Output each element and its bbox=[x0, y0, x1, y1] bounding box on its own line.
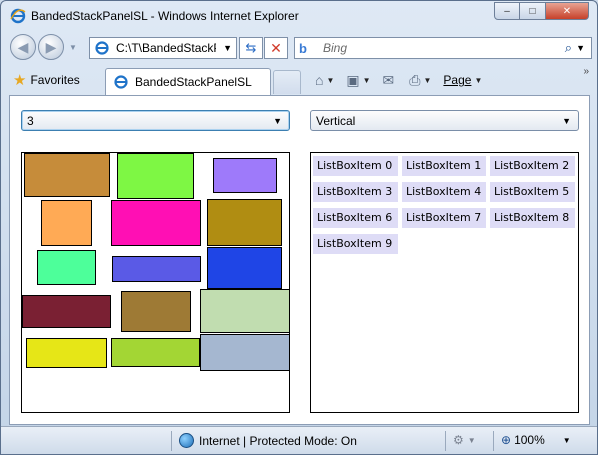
favorites-button[interactable]: ★ Favorites bbox=[13, 70, 80, 90]
home-icon: ⌂ bbox=[315, 72, 324, 88]
search-input[interactable]: Bing bbox=[323, 41, 347, 55]
internet-globe-icon bbox=[179, 433, 194, 448]
mail-icon: ✉ bbox=[382, 71, 395, 88]
browser-window: BandedStackPanelSL - Windows Internet Ex… bbox=[0, 0, 598, 455]
list-item[interactable]: ListBoxItem 1 bbox=[402, 156, 486, 176]
zone-text: Internet | Protected Mode: On bbox=[199, 433, 357, 448]
page-dropdown-icon: ▼ bbox=[474, 75, 483, 85]
address-dropdown-icon[interactable]: ▼ bbox=[223, 43, 232, 53]
search-icon[interactable]: ⌕ bbox=[565, 40, 572, 56]
band-count-combobox[interactable]: 3 ▼ bbox=[21, 110, 290, 131]
colored-rectangle bbox=[37, 250, 96, 285]
rss-feed-icon: ▣ bbox=[346, 71, 360, 88]
status-divider bbox=[171, 431, 172, 451]
page-menu-label: Page bbox=[443, 73, 472, 87]
zoom-level: 100% bbox=[514, 433, 545, 447]
minimize-button[interactable]: ‒ bbox=[494, 2, 520, 20]
favorites-label: Favorites bbox=[30, 73, 80, 87]
list-item[interactable]: ListBoxItem 9 bbox=[313, 234, 398, 254]
feeds-dropdown-icon[interactable]: ▼ bbox=[363, 76, 371, 85]
colored-rectangle bbox=[200, 289, 289, 333]
colored-rectangle bbox=[24, 153, 110, 197]
window-title: BandedStackPanelSL - Windows Internet Ex… bbox=[31, 9, 299, 23]
refresh-icon: ⇆ bbox=[245, 40, 257, 55]
chevron-down-icon[interactable]: ▼ bbox=[562, 116, 571, 126]
tab-ie-icon bbox=[114, 75, 128, 89]
tab-bandedstackpanel[interactable]: BandedStackPanelSL bbox=[105, 68, 271, 95]
print-button[interactable]: ⎙ ▼ bbox=[409, 72, 431, 89]
window-controls: ‒ □ ✕ bbox=[494, 2, 589, 20]
orientation-value: Vertical bbox=[316, 113, 356, 128]
title-bar[interactable]: BandedStackPanelSL - Windows Internet Ex… bbox=[1, 1, 597, 31]
home-dropdown-icon[interactable]: ▼ bbox=[326, 76, 334, 85]
refresh-button[interactable]: ⇆ bbox=[239, 37, 263, 59]
zoom-dropdown-icon[interactable]: ▼ bbox=[563, 436, 571, 445]
protected-mode-button[interactable]: ⚙ ▼ bbox=[453, 433, 476, 447]
print-dropdown-icon[interactable]: ▼ bbox=[423, 76, 431, 85]
orientation-combobox[interactable]: Vertical ▼ bbox=[310, 110, 579, 131]
home-button[interactable]: ⌂ ▼ bbox=[315, 72, 334, 88]
colored-rectangle bbox=[117, 153, 194, 199]
recent-pages-dropdown[interactable]: ▼ bbox=[69, 43, 77, 52]
list-item[interactable]: ListBoxItem 3 bbox=[313, 182, 398, 202]
list-item[interactable]: ListBoxItem 8 bbox=[490, 208, 575, 228]
colored-rectangle bbox=[200, 334, 289, 371]
navigation-bar: ◀ ▶ ▼ C:\T\BandedStackP ▼ ⇆ ✕ b Bing ⌕ ▼ bbox=[1, 31, 597, 65]
security-dropdown-icon[interactable]: ▼ bbox=[468, 436, 476, 445]
colored-rectangle bbox=[111, 200, 201, 246]
ie-logo-icon bbox=[10, 8, 26, 24]
status-bar: Internet | Protected Mode: On ⚙ ▼ ⊕ 100%… bbox=[1, 426, 597, 454]
stop-icon: ✕ bbox=[270, 39, 282, 56]
stop-button[interactable]: ✕ bbox=[264, 37, 288, 59]
forward-button[interactable]: ▶ bbox=[38, 34, 64, 60]
status-divider bbox=[493, 431, 494, 451]
list-item[interactable]: ListBoxItem 5 bbox=[490, 182, 575, 202]
page-menu-button[interactable]: Page ▼ bbox=[443, 73, 482, 87]
address-text[interactable]: C:\T\BandedStackP bbox=[116, 41, 216, 55]
zoom-magnifier-icon: ⊕ bbox=[501, 433, 512, 447]
shield-gear-icon: ⚙ bbox=[453, 433, 464, 447]
bing-logo-icon: b bbox=[299, 41, 307, 56]
zoom-control[interactable]: ⊕ 100% ▼ bbox=[501, 433, 571, 447]
colored-rectangle bbox=[26, 338, 107, 368]
status-divider bbox=[445, 431, 446, 451]
tab-bar: ★ Favorites BandedStackPanelSL ⌂ ▼ ▣ ▼ ✉ ⎙… bbox=[1, 65, 597, 95]
chevron-down-icon[interactable]: ▼ bbox=[273, 116, 282, 126]
colored-rectangle bbox=[207, 247, 282, 289]
colored-rectangle bbox=[41, 200, 92, 246]
list-item[interactable]: ListBoxItem 4 bbox=[402, 182, 486, 202]
close-button[interactable]: ✕ bbox=[546, 2, 589, 20]
list-item[interactable]: ListBoxItem 6 bbox=[313, 208, 398, 228]
security-zone[interactable]: Internet | Protected Mode: On bbox=[179, 433, 357, 448]
band-count-value: 3 bbox=[27, 113, 34, 128]
back-button[interactable]: ◀ bbox=[10, 34, 36, 60]
search-box[interactable]: b Bing ⌕ ▼ bbox=[294, 37, 592, 59]
colored-rectangle bbox=[112, 256, 201, 282]
colored-rectangle bbox=[213, 158, 277, 193]
mail-button[interactable]: ✉ bbox=[383, 72, 398, 89]
colored-rectangle bbox=[207, 199, 282, 246]
list-item[interactable]: ListBoxItem 0 bbox=[313, 156, 398, 176]
page-ie-icon bbox=[95, 41, 109, 55]
maximize-button[interactable]: □ bbox=[520, 2, 546, 20]
command-bar: ⌂ ▼ ▣ ▼ ✉ ⎙ ▼ Page ▼ bbox=[315, 70, 494, 90]
feeds-button[interactable]: ▣ ▼ bbox=[346, 72, 370, 89]
address-bar[interactable]: C:\T\BandedStackP ▼ bbox=[89, 37, 237, 59]
colored-rectangle bbox=[22, 295, 111, 328]
forward-arrow-icon: ▶ bbox=[45, 38, 57, 55]
colored-rectangle bbox=[111, 338, 200, 367]
page-content: 3 ▼ Vertical ▼ ListBoxItem 0 ListBoxItem … bbox=[9, 95, 590, 425]
favorites-star-icon: ★ bbox=[13, 72, 27, 89]
printer-icon: ⎙ bbox=[409, 71, 421, 88]
toolbar-overflow-chevron-icon[interactable]: » bbox=[583, 66, 589, 77]
search-options-dropdown-icon[interactable]: ▼ bbox=[576, 43, 585, 53]
colored-rectangle bbox=[121, 291, 191, 332]
tab-label: BandedStackPanelSL bbox=[135, 75, 252, 89]
list-item[interactable]: ListBoxItem 2 bbox=[490, 156, 575, 176]
banded-stack-panel-rectangles bbox=[21, 152, 290, 413]
new-tab-button[interactable] bbox=[273, 70, 301, 94]
back-arrow-icon: ◀ bbox=[17, 38, 29, 55]
banded-stack-panel-listbox: ListBoxItem 0 ListBoxItem 1 ListBoxItem 2L… bbox=[310, 152, 579, 413]
list-item[interactable]: ListBoxItem 7 bbox=[402, 208, 486, 228]
